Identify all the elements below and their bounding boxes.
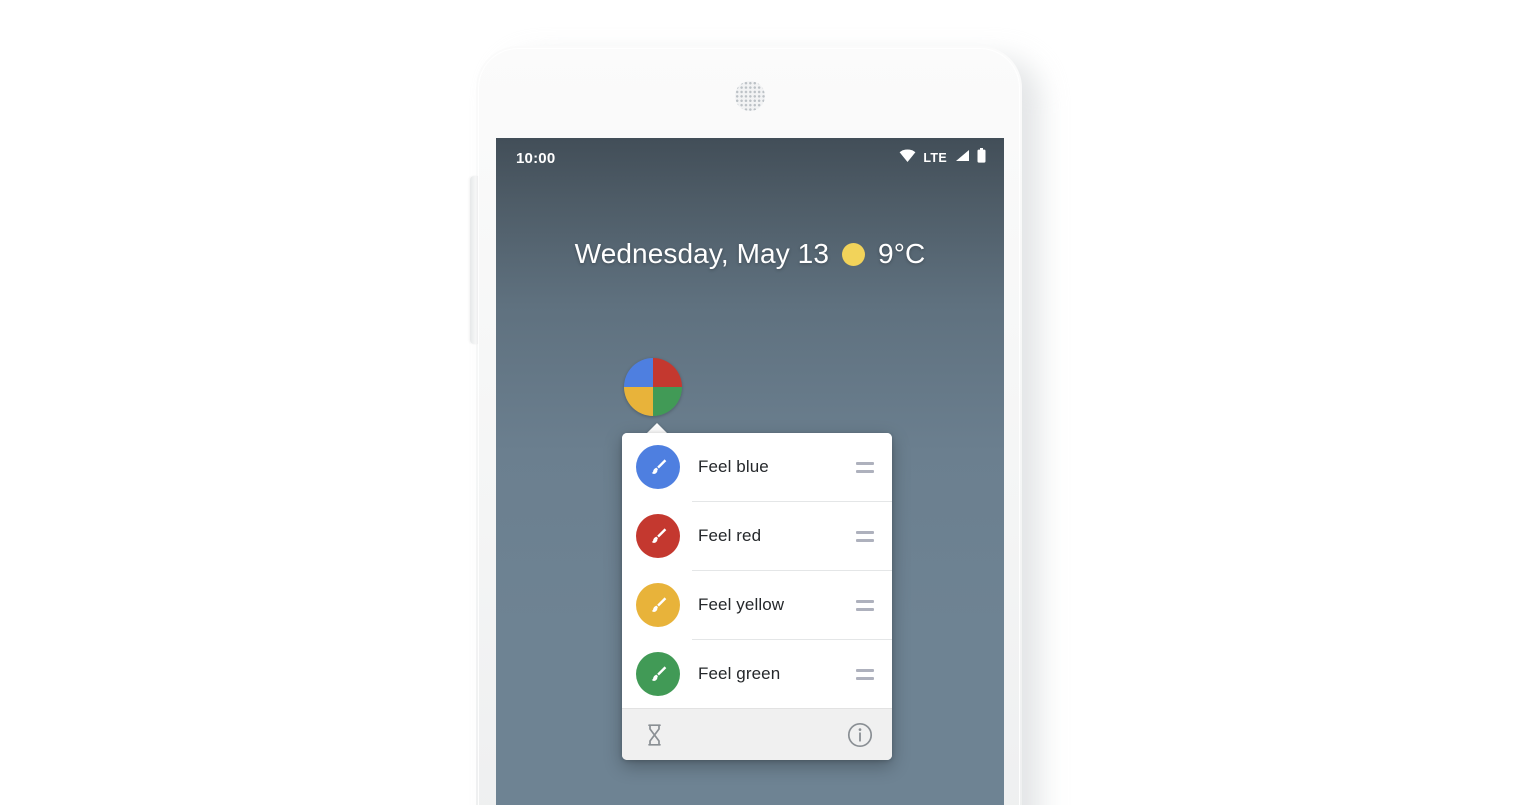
status-bar: 10:00 LTE <box>496 138 1004 178</box>
popup-footer-bar <box>622 708 892 760</box>
date-label: Wednesday, May 13 <box>574 238 830 269</box>
drag-handle-icon[interactable] <box>856 599 874 611</box>
paintbrush-icon <box>651 528 667 543</box>
status-clock: 10:00 <box>516 149 556 167</box>
hourglass-icon[interactable] <box>640 721 668 749</box>
avatar <box>636 583 680 627</box>
menu-item-label: Feel blue <box>698 457 769 476</box>
color-menu-popup: Feel blue Feel red Feel yellow Feel green <box>622 433 892 760</box>
menu-item-label: Feel red <box>698 526 762 545</box>
drag-handle-icon[interactable] <box>856 530 874 542</box>
volume-rocker-button[interactable] <box>470 176 478 344</box>
wifi-icon <box>899 149 916 167</box>
temperature-label: 9°C <box>878 238 926 269</box>
avatar <box>636 514 680 558</box>
drag-handle-icon[interactable] <box>856 461 874 473</box>
menu-item-label: Feel yellow <box>698 595 785 614</box>
cellular-signal-icon <box>954 149 970 167</box>
pie-quadrant-top-left <box>624 358 653 387</box>
menu-item-feel-yellow[interactable]: Feel yellow <box>622 571 892 639</box>
menu-item-feel-blue[interactable]: Feel blue <box>622 433 892 501</box>
menu-item-feel-green[interactable]: Feel green <box>622 640 892 708</box>
info-icon[interactable] <box>846 721 874 749</box>
drag-handle-icon[interactable] <box>856 668 874 680</box>
pie-quadrant-bottom-left <box>624 387 653 416</box>
date-weather-widget[interactable]: Wednesday, May 13 9°C <box>496 238 1004 270</box>
avatar <box>636 652 680 696</box>
paintbrush-icon <box>651 666 667 681</box>
paintbrush-icon <box>651 597 667 612</box>
pie-quadrant-bottom-right <box>653 387 682 416</box>
menu-item-label: Feel green <box>698 664 781 683</box>
pie-quadrant-top-right <box>653 358 682 387</box>
paintbrush-icon <box>651 459 667 474</box>
sun-icon <box>842 242 866 266</box>
color-menu-list: Feel blue Feel red Feel yellow Feel green <box>622 433 892 708</box>
pie-color-launcher-icon[interactable] <box>624 358 682 416</box>
speaker-grille-icon <box>735 81 765 111</box>
menu-item-feel-red[interactable]: Feel red <box>622 502 892 570</box>
avatar <box>636 445 680 489</box>
phone-screen: 10:00 LTE Wednesday, May 13 9°C Feel blu… <box>496 138 1004 805</box>
screenshot-stage: 10:00 LTE Wednesday, May 13 9°C Feel blu… <box>0 0 1534 805</box>
status-icon-group: LTE <box>899 148 986 168</box>
network-type-label: LTE <box>923 151 947 165</box>
battery-full-icon <box>977 148 986 168</box>
